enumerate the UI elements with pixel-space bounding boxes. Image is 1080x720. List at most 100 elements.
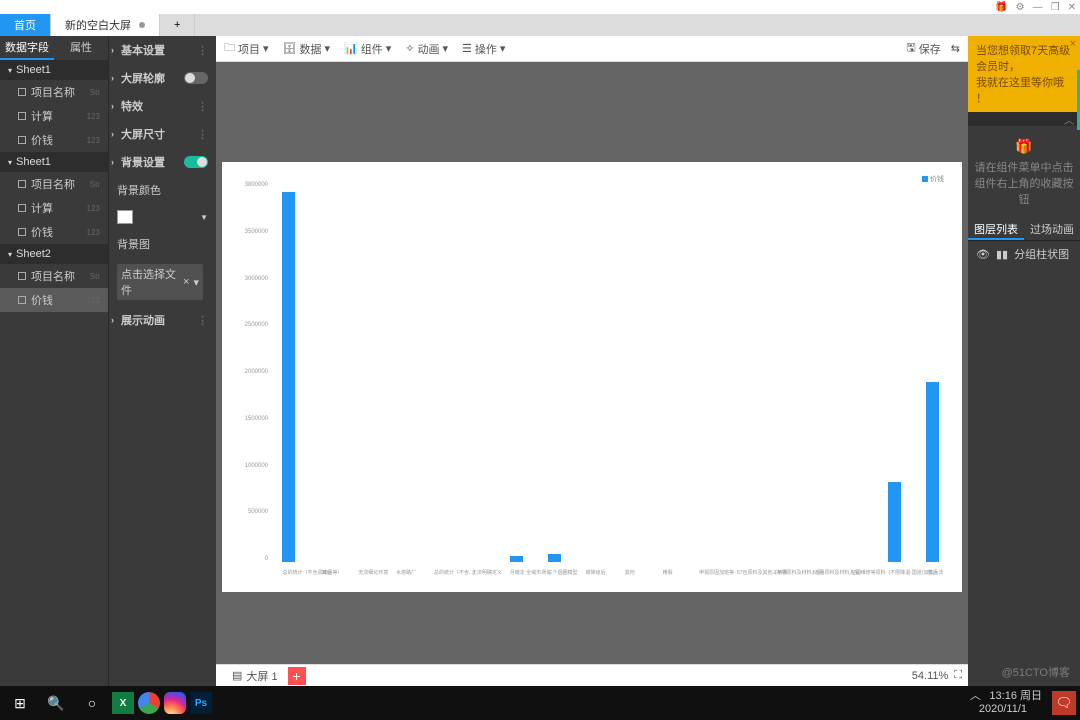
layer-item[interactable]: 👁 ▮▮ 分组柱状图 <box>968 241 1080 267</box>
save-button[interactable]: 🖫保存 <box>906 39 940 58</box>
chart-icon: 📊 <box>344 42 358 55</box>
prop-bgcolor-label: 背景颜色 <box>109 176 216 204</box>
gift-icon[interactable]: 🎁 <box>995 2 1007 13</box>
field-item[interactable]: 价钱123 <box>0 128 108 152</box>
menu-project[interactable]: 🗀项目▾ <box>224 39 269 58</box>
bar[interactable] <box>510 556 523 562</box>
notification-button[interactable]: 🗨 <box>1052 691 1076 715</box>
field-item[interactable]: 项目名称Str <box>0 80 108 104</box>
prop-size[interactable]: 大屏尺寸⋮ <box>109 120 216 148</box>
promo-line1: 当您想领取7天高级会员时， <box>976 42 1072 74</box>
page-tab[interactable]: ▤大屏 1 <box>222 666 288 686</box>
x-tick-label: (不明原料及材料入品) <box>813 569 826 576</box>
canvas-scroll[interactable]: 价钱 0500000100000015000002000000250000030… <box>216 62 968 664</box>
bar[interactable] <box>282 192 295 562</box>
x-tick-label: (不限降温-国道)加热大法 <box>888 569 901 576</box>
taskbar-excel[interactable]: X <box>112 692 134 714</box>
tab-data-fields[interactable]: 数据字段 <box>0 36 54 60</box>
toggle-bg[interactable] <box>184 156 208 168</box>
zoom-value: 54.11% <box>912 670 949 682</box>
x-tick-label: 三个圆圈模型 <box>548 569 561 576</box>
bar[interactable] <box>548 554 561 562</box>
x-tick-label: 月缴定 全域市场化 <box>510 569 523 576</box>
field-item[interactable]: 项目名称Str <box>0 264 108 288</box>
x-tick-label: (不明原料及材料入品) <box>775 569 788 576</box>
collapse-right-button[interactable]: ︿ <box>968 112 1080 126</box>
menu-widget[interactable]: 📊组件▾ <box>344 41 391 57</box>
close-button[interactable]: ✕ <box>1068 2 1076 13</box>
taskbar-clock[interactable]: ︿ 13:16 周日2020/11/1 <box>958 690 1048 716</box>
prop-outline[interactable]: 大屏轮廓 <box>109 64 216 92</box>
tab-properties-left[interactable]: 属性 <box>54 36 108 60</box>
menu-anim[interactable]: ✧动画▾ <box>405 41 448 57</box>
prop-bgimg-label: 背景图 <box>109 230 216 258</box>
prop-bg[interactable]: 背景设置 <box>109 148 216 176</box>
maximize-button[interactable]: ❐ <box>1051 2 1060 13</box>
save-icon: 🖫 <box>906 39 915 58</box>
field-item[interactable]: 计算123 <box>0 196 108 220</box>
promo-close-icon[interactable]: × <box>1070 38 1076 50</box>
settings-icon[interactable]: ⚙ <box>1016 2 1025 13</box>
eye-icon[interactable]: 👁 <box>976 248 990 261</box>
field-item[interactable]: 价钱123 <box>0 288 108 312</box>
x-tick-label: 空调维修等原料 <box>851 569 864 576</box>
minimize-button[interactable]: — <box>1033 2 1043 13</box>
x-tick-label: 其他 <box>623 569 636 576</box>
x-tick-label: 精製 <box>661 569 674 576</box>
y-tick-label: 1500000 <box>240 416 268 422</box>
color-swatch[interactable] <box>117 210 133 224</box>
sheet-header[interactable]: Sheet1 <box>0 152 108 172</box>
y-tick-label: 1000000 <box>240 463 268 469</box>
search-button[interactable]: 🔍 <box>40 687 72 719</box>
sheet-header[interactable]: Sheet2 <box>0 244 108 264</box>
field-item[interactable]: 计算123 <box>0 104 108 128</box>
folder-icon: 🗀 <box>224 39 235 58</box>
data-icon: 🗄 <box>283 42 297 55</box>
sheet-header[interactable]: Sheet1 <box>0 60 108 80</box>
y-tick-label: 3000000 <box>240 276 268 282</box>
promo-banner: × 当您想领取7天高级会员时， 我就在这里等你哦 ！ <box>968 36 1080 112</box>
y-tick-label: 2500000 <box>240 322 268 328</box>
start-button[interactable]: ⊞ <box>4 687 36 719</box>
tab-layers[interactable]: 图层列表 <box>968 219 1024 240</box>
prop-basic[interactable]: 基本设置⋮ <box>109 36 216 64</box>
x-tick-label: 无法细化环境 <box>358 569 371 576</box>
tab-dashboard[interactable]: 新的空白大屏 <box>51 14 160 36</box>
prop-bgcolor-value[interactable]: ▼ <box>109 204 216 230</box>
field-item[interactable]: 价钱123 <box>0 220 108 244</box>
taskbar-photoshop[interactable]: Ps <box>190 692 212 714</box>
cortana-button[interactable]: ○ <box>76 687 108 719</box>
x-tick-label: 其他 <box>320 569 333 576</box>
toggle-outline[interactable] <box>184 72 208 84</box>
anim-icon: ✧ <box>405 42 414 55</box>
properties-panel: 基本设置⋮ 大屏轮廓 特效⋮ 大屏尺寸⋮ 背景设置 背景颜色 ▼ 背景图 点击选… <box>108 36 216 686</box>
field-item[interactable]: 项目名称Str <box>0 172 108 196</box>
prop-anim[interactable]: 展示动画⋮ <box>109 306 216 334</box>
prop-effect[interactable]: 特效⋮ <box>109 92 216 120</box>
x-tick-label: 水塔路厂 <box>396 569 409 576</box>
bar[interactable] <box>888 482 901 562</box>
tray-chevron[interactable]: ︿ <box>964 690 987 702</box>
add-page-button[interactable]: + <box>288 667 306 685</box>
x-tick-label: 申报原因加班等 <box>699 569 712 576</box>
windows-taskbar: ⊞ 🔍 ○ X Ps ︿ 13:16 周日2020/11/1 🗨 <box>0 686 1080 720</box>
x-tick-label: 总的统计（不含调味品等） <box>282 569 295 576</box>
menu-action[interactable]: ☰操作▾ <box>462 41 505 57</box>
x-tick-label: 被降级后 <box>585 569 598 576</box>
taskbar-instagram[interactable] <box>164 692 186 714</box>
fullscreen-icon[interactable]: ⛶ <box>954 669 962 682</box>
tab-add[interactable]: + <box>160 14 195 36</box>
tab-home[interactable]: 首页 <box>0 14 51 36</box>
menu-data[interactable]: 🗄数据▾ <box>283 41 331 57</box>
x-tick-label: 无法明确定义 <box>472 569 485 576</box>
taskbar-chrome[interactable] <box>138 692 160 714</box>
tab-transitions[interactable]: 过场动画 <box>1024 219 1080 240</box>
prop-bgimg-value[interactable]: 点击选择文件×▾ <box>109 258 216 306</box>
watermark: @51CTO博客 <box>1002 664 1070 680</box>
action-icon: ☰ <box>462 42 472 55</box>
tab-label: 新的空白大屏 <box>65 17 131 33</box>
bar-chart[interactable]: 价钱 0500000100000015000002000000250000030… <box>240 172 952 576</box>
dashboard-canvas[interactable]: 价钱 0500000100000015000002000000250000030… <box>222 162 962 592</box>
bar[interactable] <box>926 382 939 562</box>
more-button[interactable]: ⇆ <box>951 39 960 58</box>
